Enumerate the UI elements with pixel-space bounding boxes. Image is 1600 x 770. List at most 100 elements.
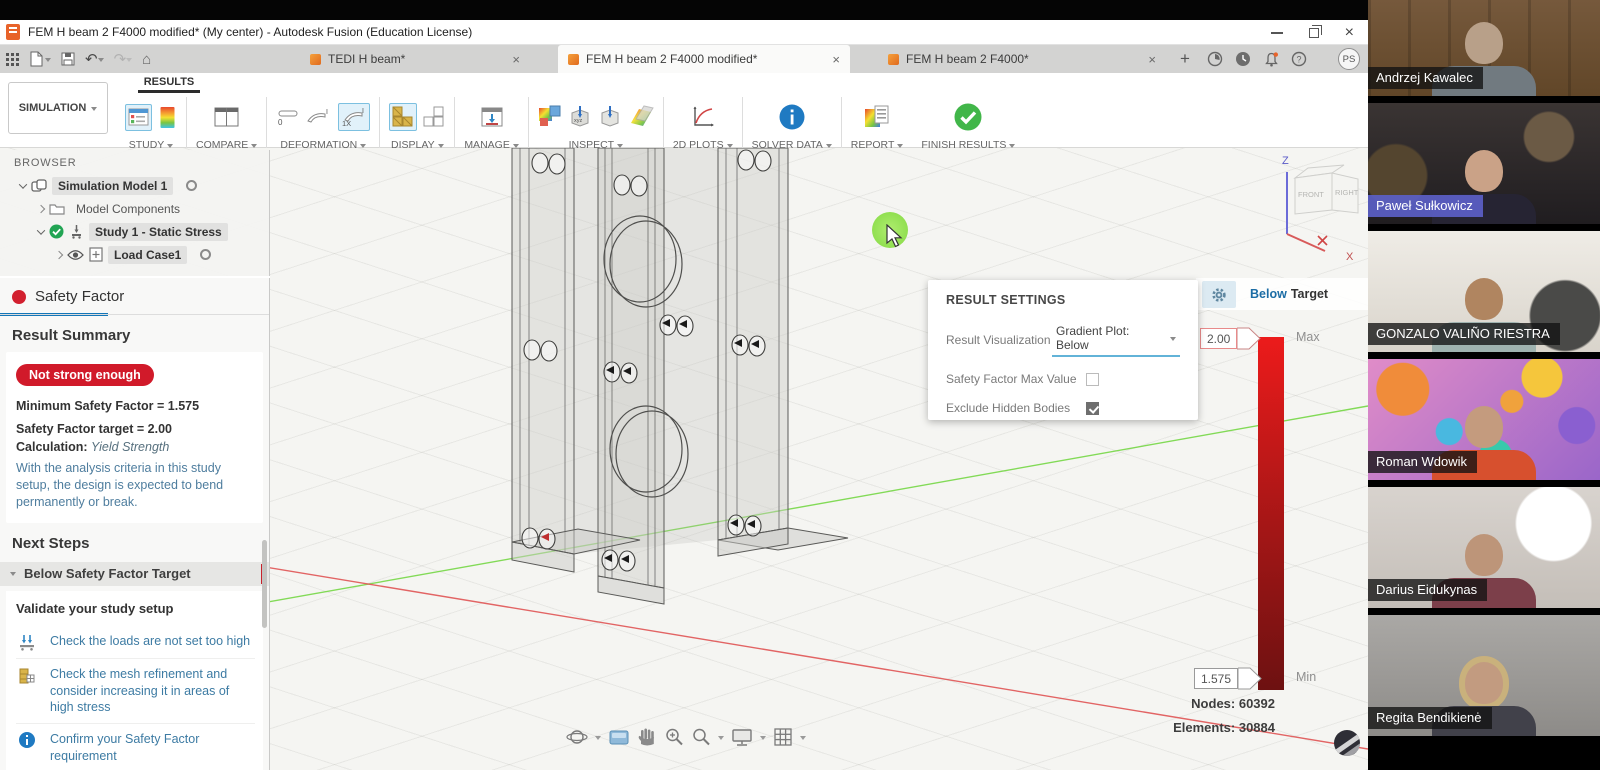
exclude-hidden-bodies-checkbox[interactable] (1086, 402, 1099, 415)
meeting-floating-badge[interactable] (1334, 730, 1360, 756)
deformation-actual-icon[interactable]: I (306, 106, 332, 128)
study-manager-icon[interactable] (125, 104, 152, 131)
dropdown-value: Gradient Plot: Below (1056, 324, 1156, 352)
home-icon[interactable]: ⌂ (142, 51, 151, 68)
file-icon (29, 51, 43, 67)
group-finish-results: FINISH RESULTS (912, 93, 1024, 151)
visibility-eye-icon[interactable] (67, 249, 84, 261)
participant-name: Regita Bendikienė (1368, 707, 1492, 729)
below-target-section-row[interactable]: Below Safety Factor Target (0, 562, 269, 586)
restore-button[interactable] (1309, 28, 1319, 38)
redo-icon: ↷ (114, 50, 127, 68)
viewcube-front-label[interactable]: FRONT (1298, 190, 1324, 199)
panel-scrollbar[interactable] (262, 540, 267, 628)
file-menu[interactable] (29, 51, 51, 67)
solver-data-info-icon[interactable] (778, 103, 806, 131)
chevron-down-icon[interactable] (37, 226, 45, 234)
job-status-icon[interactable] (1232, 48, 1254, 70)
safety-factor-colorbar[interactable] (1258, 337, 1284, 690)
help-icon[interactable]: ? (1288, 48, 1310, 70)
tab-tedi-h-beam[interactable]: TEDI H beam* × (300, 45, 530, 73)
inspect-gradient-icon[interactable] (538, 105, 562, 129)
new-tab-button[interactable]: + (1180, 45, 1190, 73)
legend-settings-button[interactable] (1202, 281, 1236, 308)
radio-icon[interactable] (186, 180, 197, 191)
group-manage: MANAGE (455, 93, 528, 151)
next-step-item[interactable]: Confirm your Safety Factor requirement (16, 724, 255, 770)
manage-icon[interactable] (481, 106, 503, 128)
2d-plots-icon[interactable] (691, 105, 715, 129)
next-step-item[interactable]: Check the loads are not set too high (16, 626, 255, 659)
inspect-probe-icon[interactable] (598, 105, 622, 129)
view-cube[interactable]: FRONT RIGHT Z X (1240, 148, 1370, 268)
radio-icon[interactable] (200, 249, 211, 260)
result-summary-heading: Result Summary (0, 315, 269, 352)
deformation-scale-icon[interactable]: 1XI (338, 103, 370, 131)
grid-snap-icon[interactable] (773, 727, 793, 747)
safety-factor-target-line: Safety Factor target = 2.00 (16, 422, 253, 436)
workspace-selector[interactable]: SIMULATION (8, 82, 108, 134)
minimize-button[interactable] (1271, 32, 1283, 34)
participant-tile[interactable]: Roman Wdowik (1368, 359, 1600, 480)
result-visualization-dropdown[interactable]: Gradient Plot: Below (1052, 322, 1180, 357)
orbit-caret-icon[interactable] (595, 736, 601, 743)
inspect-slice-plane-icon[interactable] (628, 105, 654, 129)
fit-caret-icon[interactable] (718, 736, 724, 743)
participant-tile[interactable]: Darius Eidukynas (1368, 487, 1600, 608)
mesh-display-icon[interactable] (389, 103, 417, 131)
pan-hand-icon[interactable] (637, 727, 657, 747)
fit-icon[interactable] (691, 727, 711, 747)
tab-close-icon[interactable]: × (512, 52, 520, 67)
redo-button[interactable]: ↷ (114, 50, 133, 68)
deformation-zero-icon[interactable]: 0 (276, 106, 300, 128)
participant-tile[interactable]: Andrzej Kawalec (1368, 0, 1600, 96)
screen: FEM H beam 2 F4000 modified* (My center)… (0, 0, 1600, 770)
undo-button[interactable]: ↶ (85, 50, 104, 68)
display-settings-icon[interactable] (731, 728, 753, 747)
grid-caret-icon[interactable] (800, 736, 806, 743)
display-caret-icon[interactable] (760, 736, 766, 743)
grid-display-icon[interactable] (423, 106, 445, 128)
results-section-tab[interactable]: RESULTS (138, 76, 200, 93)
chevron-right-icon[interactable] (55, 250, 63, 258)
titlebar: FEM H beam 2 F4000 modified* (My center)… (0, 20, 1368, 45)
tab-fem-h-beam-2-f4000-modified[interactable]: FEM H beam 2 F4000 modified* × (558, 45, 850, 73)
svg-text:1X: 1X (342, 119, 351, 128)
chevron-down-icon[interactable] (19, 180, 27, 188)
tree-item-simulation-model[interactable]: Simulation Model 1 (52, 177, 173, 195)
tree-item-model-components[interactable]: Model Components (70, 200, 186, 218)
look-at-icon[interactable] (608, 728, 630, 746)
report-icon[interactable] (864, 104, 890, 130)
legend-max-value-input[interactable]: 2.00 (1200, 328, 1237, 349)
legend-rainbow-icon[interactable] (158, 106, 177, 129)
tree-item-study-1[interactable]: Study 1 - Static Stress (89, 223, 228, 241)
legend-min-value-input[interactable]: 1.575 (1194, 668, 1238, 689)
notifications-bell-icon[interactable] (1260, 48, 1282, 70)
tab-close-icon[interactable]: × (832, 52, 840, 67)
next-step-item[interactable]: Check the mesh refinement and consider i… (16, 659, 255, 725)
data-panel-grid-icon[interactable] (6, 53, 19, 66)
extensions-icon[interactable] (1204, 48, 1226, 70)
participant-tile[interactable]: GONZALO VALIÑO RIESTRA (1368, 231, 1600, 352)
user-avatar[interactable]: PS (1338, 48, 1360, 70)
close-button[interactable]: × (1345, 25, 1354, 41)
zoom-icon[interactable] (664, 727, 684, 747)
compare-icon[interactable] (214, 106, 239, 128)
save-icon[interactable] (61, 52, 75, 66)
origin-cross-icon (1318, 236, 1327, 245)
legend-min-label: Min (1296, 670, 1316, 684)
viewcube-right-label[interactable]: RIGHT (1335, 188, 1359, 197)
safety-factor-max-checkbox[interactable] (1086, 373, 1099, 386)
participant-tile[interactable]: Paweł Sułkowicz (1368, 103, 1600, 224)
participant-tile[interactable]: Regita Bendikienė (1368, 615, 1600, 736)
result-description: With the analysis criteria in this study… (16, 460, 253, 511)
inspect-probe-xyz-icon[interactable]: xyz (568, 105, 592, 129)
finish-results-check-icon[interactable] (953, 102, 983, 132)
tab-close-icon[interactable]: × (1148, 52, 1156, 67)
tree-item-load-case1[interactable]: Load Case1 (108, 246, 187, 264)
svg-text:I: I (326, 109, 328, 116)
step-text: Check the mesh refinement and consider i… (50, 666, 255, 717)
tab-fem-h-beam-2-f4000[interactable]: FEM H beam 2 F4000* × (878, 45, 1166, 73)
chevron-right-icon[interactable] (37, 204, 45, 212)
orbit-icon[interactable] (566, 727, 588, 747)
